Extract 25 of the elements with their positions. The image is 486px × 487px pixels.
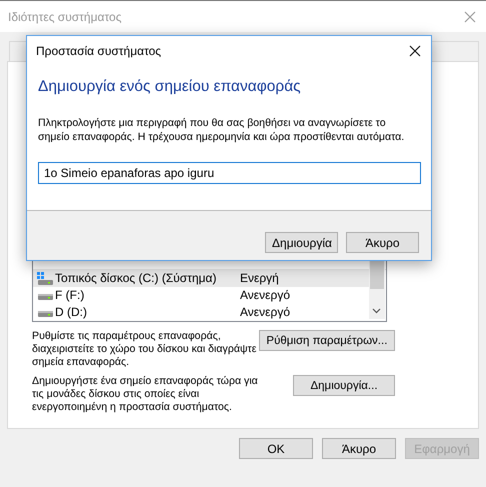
protection-status: Ανενεργό [239, 304, 291, 321]
dialog-title: Προστασία συστήματος [36, 44, 162, 58]
configure-description: Ρυθμίστε τις παραμέτρους επαναφοράς, διαχειριστείτε το χώρο του δίσκου και διαγράψτε σημεία επαναφοράς. [32, 330, 258, 369]
create-button[interactable]: Δημιουργία... [293, 375, 395, 396]
drive-row[interactable]: Τοπικός δίσκος (C:) (Σύστημα) Ενεργή [33, 270, 369, 287]
create-description: Δημιουργήστε ένα σημείο επαναφοράς τώρα για τις μονάδες δίσκου στις οποίες είναι ενεργοποιημένη η προστασία συστήματος. [32, 375, 259, 414]
close-icon[interactable] [409, 45, 421, 57]
drive-name: Τοπικός δίσκος (C:) (Σύστημα) [54, 270, 218, 287]
dialog-button[interactable]: OK [239, 438, 313, 459]
dialog-button[interactable]: Άκυρο [322, 438, 396, 459]
system-drive-icon [37, 272, 53, 286]
drive-name: F (F:) [54, 287, 86, 304]
configure-button[interactable]: Ρύθμιση παραμέτρων... [258, 330, 395, 351]
drive-row[interactable]: D (D:) Ανενεργό [33, 304, 369, 321]
drive-name: D (D:) [54, 304, 88, 321]
dialog-description: Πληκτρολογήστε μια περιγραφή που θα σας βοηθήσει να αναγνωρίσετε το σημείο επαναφοράς. Η τρέχουσα ημερομηνία και ώρα προστίθενται αυτόματα. [38, 116, 406, 144]
dialog-button[interactable]: Άκυρο [346, 232, 419, 253]
window-title: Ιδιότητες συστήματος [8, 10, 122, 24]
drive-row[interactable]: F (F:) Ανενεργό [33, 287, 369, 304]
protection-status: Ανενεργό [239, 287, 291, 304]
description-field[interactable]: 1o Simeio epanaforas apo iguru [38, 162, 421, 184]
dialog-heading: Δημιουργία ενός σημείου επαναφοράς [38, 78, 302, 96]
protection-status: Ενεργή [239, 270, 280, 287]
dialog-button[interactable]: Δημιουργία [265, 232, 338, 253]
scroll-down-icon[interactable] [372, 308, 381, 314]
